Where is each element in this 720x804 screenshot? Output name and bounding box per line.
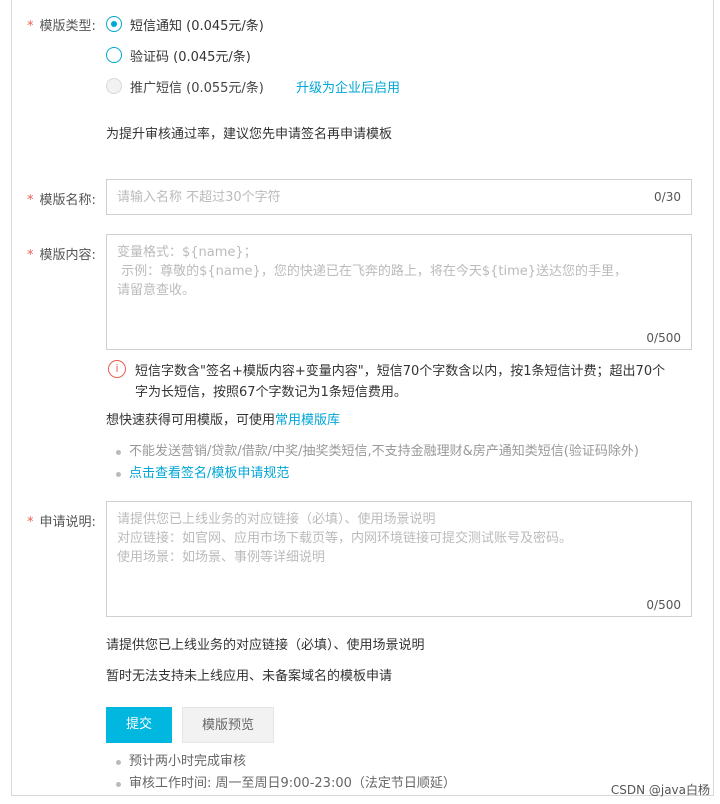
template-rules-link[interactable]: 点击查看签名/模板申请规范 <box>115 463 639 485</box>
template-name-counter: 0/30 <box>654 190 681 204</box>
apply-desc-placeholder-line1: 请提供您已上线业务的对应链接（必填）、使用场景说明 <box>117 512 436 527</box>
common-template-library-link[interactable]: 常用模版库 <box>275 413 340 428</box>
review-info-list: 预计两小时完成审核 审核工作时间: 周一至周日9:00-23:00（法定节日顺延… <box>115 751 456 795</box>
apply-desc-placeholder-line3: 使用场景：如场景、事例等详细说明 <box>117 550 326 565</box>
template-name-label-row: * 模版名称: <box>27 189 96 208</box>
template-content-placeholder-line3: 请留意查收。 <box>117 283 196 298</box>
template-content-counter: 0/500 <box>646 331 681 345</box>
radio-verification-code-label[interactable]: 验证码 (0.045元/条) <box>130 46 251 65</box>
template-content-textarea[interactable]: 变量格式：${name}； 示例：尊敬的${name}，您的快递已在飞奔的路上，… <box>106 234 692 350</box>
apply-desc-label: 申请说明: <box>39 515 96 530</box>
template-name-placeholder: 请输入名称 不超过30个字符 <box>117 190 281 205</box>
template-type-label-row: * 模版类型: <box>27 15 96 34</box>
apply-desc-label-row: * 申请说明: <box>27 511 96 530</box>
sms-length-warning-line2: 字为长短信，按照67个字数记为1条短信费用。 <box>135 385 407 400</box>
template-type-label: 模版类型: <box>39 19 96 34</box>
template-content-label: 模版内容: <box>39 248 96 263</box>
radio-promotion-sms <box>106 78 122 94</box>
upgrade-enterprise-link[interactable]: 升级为企业后启用 <box>296 77 400 96</box>
quick-template-row: 想快速获得可用模版，可使用常用模版库 <box>106 409 340 428</box>
submit-button[interactable]: 提交 <box>106 707 172 743</box>
sms-length-warning-line1: 短信字数含"签名+模版内容+变量内容"，短信70个字数含以内，按1条短信计费；超… <box>135 364 666 379</box>
list-item: 预计两小时完成审核 <box>115 751 456 773</box>
radio-promotion-sms-label: 推广短信 (0.055元/条) <box>130 81 264 96</box>
apply-desc-note2: 暂时无法支持未上线应用、未备案域名的模板申请 <box>106 669 393 684</box>
warning-icon: i <box>108 360 126 378</box>
apply-desc-counter: 0/500 <box>646 598 681 612</box>
preview-button[interactable]: 模版预览 <box>182 707 274 743</box>
template-content-placeholder-line1: 变量格式：${name}； <box>117 245 257 260</box>
required-asterisk: * <box>27 19 34 34</box>
template-content-placeholder-line2: 示例：尊敬的${name}，您的快递已在飞奔的路上，将在今天${time}送达您… <box>117 264 627 279</box>
radio-sms-notice[interactable] <box>106 16 122 32</box>
template-name-label: 模版名称: <box>39 193 96 208</box>
template-rules-list: 不能发送营销/贷款/借款/中奖/抽奖类短信,不支持金融理财&房产通知类短信(验证… <box>115 441 639 485</box>
watermark: CSDN @java白杨 <box>610 783 710 797</box>
template-name-input[interactable]: 请输入名称 不超过30个字符 0/30 <box>106 179 692 215</box>
signature-tip: 为提升审核通过率，建议您先申请签名再申请模板 <box>106 127 393 142</box>
quick-template-text: 想快速获得可用模版，可使用 <box>106 413 276 428</box>
apply-desc-placeholder-line2: 对应链接：如官网、应用市场下载页等，内网环境链接可提交测试账号及密码。 <box>117 531 573 546</box>
list-item: 不能发送营销/贷款/借款/中奖/抽奖类短信,不支持金融理财&房产通知类短信(验证… <box>115 441 639 463</box>
list-item: 审核工作时间: 周一至周日9:00-23:00（法定节日顺延） <box>115 773 456 795</box>
required-asterisk: * <box>27 193 34 208</box>
template-content-label-row: * 模版内容: <box>27 244 96 263</box>
apply-desc-note1: 请提供您已上线业务的对应链接（必填）、使用场景说明 <box>106 638 425 653</box>
required-asterisk: * <box>27 248 34 263</box>
apply-desc-textarea[interactable]: 请提供您已上线业务的对应链接（必填）、使用场景说明 对应链接：如官网、应用市场下… <box>106 501 692 617</box>
required-asterisk: * <box>27 515 34 530</box>
radio-verification-code[interactable] <box>106 47 122 63</box>
radio-sms-notice-label[interactable]: 短信通知 (0.045元/条) <box>130 15 264 34</box>
